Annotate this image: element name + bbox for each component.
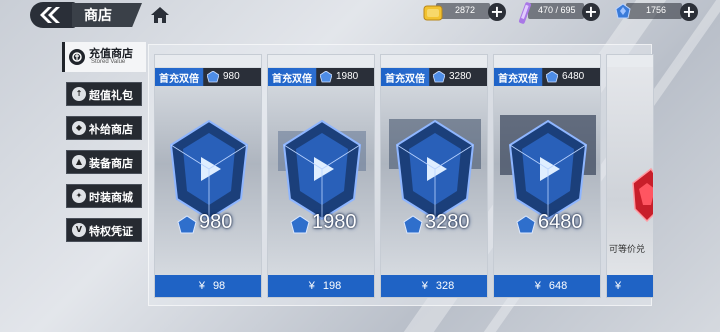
crystal-icon xyxy=(290,215,310,234)
sidebar-item-supply-shop[interactable]: ◆ 补给商店 xyxy=(66,116,142,140)
price-value: 98 xyxy=(212,280,226,292)
crystal-icon xyxy=(516,215,536,234)
sidebar-item-label: 超值礼包 xyxy=(89,89,133,102)
sidebar-item-label: 特权凭证 xyxy=(89,225,133,238)
sidebar-item-privilege-voucher[interactable]: V 特权凭证 xyxy=(66,218,142,242)
stored-value-icon xyxy=(69,49,85,65)
bonus-amount: 1980 xyxy=(336,71,359,82)
stamina-icon xyxy=(518,2,532,24)
recharge-card[interactable]: 首充双倍 1980 1980 ¥198 xyxy=(267,54,375,298)
gift-icon: ↑ xyxy=(72,87,86,101)
card-top-strip xyxy=(268,55,374,67)
card-header: 首充双倍 980 xyxy=(155,68,261,86)
card-header: 首充双倍 6480 xyxy=(494,68,600,86)
supply-icon: ◆ xyxy=(72,121,86,135)
crystal-icon xyxy=(403,215,423,234)
price-value: 648 xyxy=(548,280,568,292)
fashion-icon: ✦ xyxy=(72,189,86,203)
back-button[interactable] xyxy=(30,2,76,28)
card-header: 首充双倍 1980 xyxy=(268,68,374,86)
card-header: 首充双倍 3280 xyxy=(381,68,487,86)
sidebar-item-sublabel: Stored Value xyxy=(91,59,126,65)
price-value: 198 xyxy=(322,280,342,292)
currency-symbol: ¥ xyxy=(198,280,205,292)
recharge-card[interactable]: 首充双倍 3280 3280 ¥328 xyxy=(380,54,488,298)
crystal-value: 1756 xyxy=(646,5,667,15)
exchange-text: 可等价兑 xyxy=(609,245,646,255)
price-button[interactable]: ¥98 xyxy=(155,275,261,297)
recharge-card-partial[interactable]: 可等价兑 ¥ xyxy=(606,54,654,298)
currency-symbol: ¥ xyxy=(615,280,622,292)
currency-symbol: ¥ xyxy=(308,280,315,292)
currency-symbol: ¥ xyxy=(421,280,428,292)
first-charge-double-tag: 首充双倍 xyxy=(498,74,538,85)
price-value: 328 xyxy=(435,280,455,292)
equipment-icon: ▲ xyxy=(72,155,86,169)
sidebar-item-stored-value[interactable]: 充值商店 Stored Value xyxy=(62,42,146,72)
card-top-strip xyxy=(381,55,487,67)
card-top-strip xyxy=(155,55,261,67)
first-charge-double-tag: 首充双倍 xyxy=(159,74,199,85)
price-button[interactable]: ¥328 xyxy=(381,275,487,297)
crystal-icon xyxy=(320,71,332,83)
bonus-amount: 980 xyxy=(223,71,240,82)
crystal-amount: 3280 xyxy=(425,211,470,233)
sidebar-item-label: 装备商店 xyxy=(89,157,133,170)
recharge-card[interactable]: 首充双倍 6480 6480 ¥648 xyxy=(493,54,601,298)
card-top-strip xyxy=(607,55,653,67)
bonus-amount: 6480 xyxy=(562,71,585,82)
crystal-icon xyxy=(615,3,631,19)
coin-value: 2872 xyxy=(455,5,476,15)
home-icon[interactable] xyxy=(150,6,170,24)
crystal-icon xyxy=(546,71,558,83)
crystal-amount: 980 xyxy=(199,211,233,233)
crystal-icon xyxy=(433,71,445,83)
price-button[interactable]: ¥198 xyxy=(268,275,374,297)
back-arrow-icon xyxy=(40,7,60,23)
sidebar-item-label: 时装商城 xyxy=(89,191,133,204)
first-charge-double-tag: 首充双倍 xyxy=(385,74,425,85)
recharge-card[interactable]: 首充双倍 980 980 ¥98 xyxy=(154,54,262,298)
stamina-value: 470 / 695 xyxy=(538,5,576,15)
sidebar-item-value-pack[interactable]: ↑ 超值礼包 xyxy=(66,82,142,106)
sidebar-item-label: 补给商店 xyxy=(89,123,133,136)
crystal-icon xyxy=(207,71,219,83)
card-top-strip xyxy=(494,55,600,67)
sidebar-item-equipment-shop[interactable]: ▲ 装备商店 xyxy=(66,150,142,174)
price-button[interactable]: ¥ xyxy=(607,275,653,297)
add-coin-button[interactable]: + xyxy=(488,3,506,21)
bonus-amount: 3280 xyxy=(449,71,472,82)
sidebar-item-fashion-mall[interactable]: ✦ 时装商城 xyxy=(66,184,142,208)
crystal-amount: 6480 xyxy=(538,211,583,233)
coin-icon xyxy=(423,5,443,21)
currency-symbol: ¥ xyxy=(534,280,541,292)
add-crystal-button[interactable]: + xyxy=(680,3,698,21)
first-charge-double-tag: 首充双倍 xyxy=(272,74,312,85)
top-bar: 商店 2872 + 470 / 695 + 1756 + xyxy=(0,0,720,30)
price-button[interactable]: ¥648 xyxy=(494,275,600,297)
crystal-icon xyxy=(177,215,197,234)
page-title: 商店 xyxy=(84,8,112,24)
red-gem-art xyxy=(632,167,653,223)
add-stamina-button[interactable]: + xyxy=(582,3,600,21)
privilege-icon: V xyxy=(72,223,86,237)
crystal-amount: 1980 xyxy=(312,211,357,233)
